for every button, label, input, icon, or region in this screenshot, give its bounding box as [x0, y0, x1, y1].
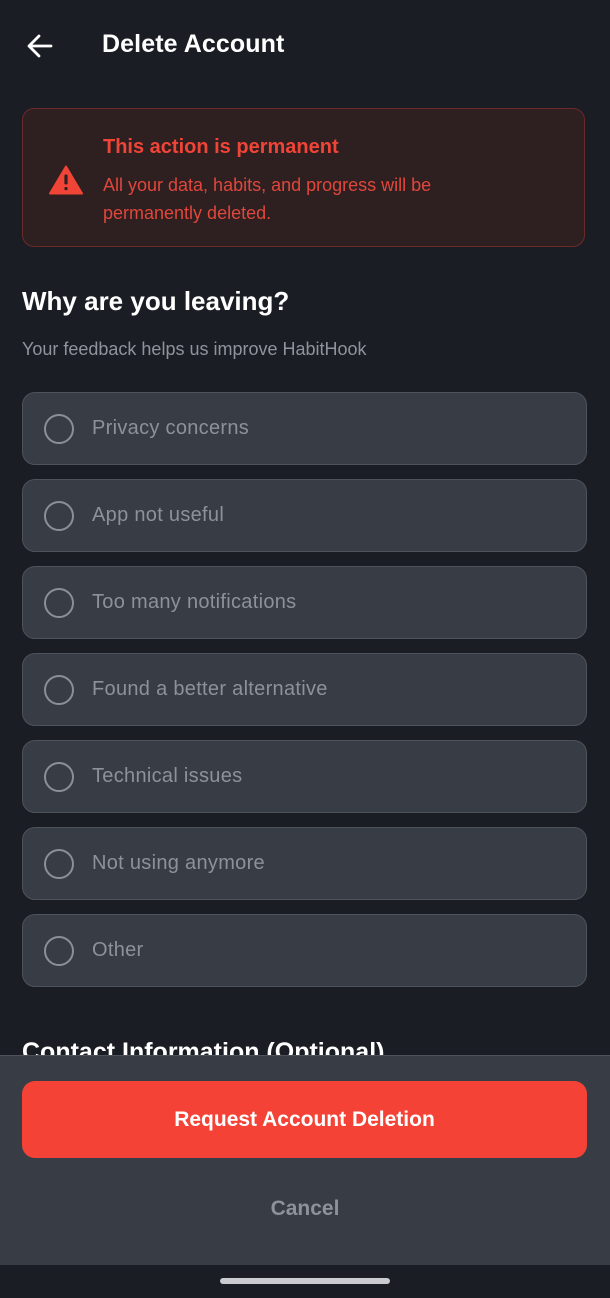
reason-options-list: Privacy concerns App not useful Too many…: [22, 392, 587, 1001]
permanent-action-warning: This action is permanent All your data, …: [22, 108, 585, 247]
radio-unchecked-icon[interactable]: [44, 762, 74, 792]
arrow-left-icon: [27, 34, 53, 58]
reasons-title: Why are you leaving?: [22, 286, 290, 316]
reason-option-label: Not using anymore: [92, 852, 265, 874]
reason-option-technical-issues[interactable]: Technical issues: [22, 740, 587, 813]
home-indicator[interactable]: [220, 1278, 390, 1284]
reason-option-label: Too many notifications: [92, 591, 297, 613]
radio-unchecked-icon[interactable]: [44, 849, 74, 879]
reason-option-label: Privacy concerns: [92, 417, 250, 439]
warning-title: This action is permanent: [103, 136, 339, 158]
reason-option-privacy-concerns[interactable]: Privacy concerns: [22, 392, 587, 465]
request-deletion-button[interactable]: Request Account Deletion: [22, 1081, 587, 1158]
reasons-subtitle: Your feedback helps us improve HabitHook: [22, 339, 367, 359]
page-title: Delete Account: [102, 30, 285, 58]
warning-triangle-icon: [49, 165, 83, 195]
radio-unchecked-icon[interactable]: [44, 501, 74, 531]
reason-option-other[interactable]: Other: [22, 914, 587, 987]
reason-option-label: Other: [92, 939, 144, 961]
cancel-button[interactable]: Cancel: [205, 1186, 405, 1232]
bottom-action-sheet: Request Account Deletion Cancel: [0, 1055, 610, 1266]
warning-message: All your data, habits, and progress will…: [103, 175, 432, 223]
back-button[interactable]: [20, 26, 60, 66]
reason-option-better-alternative[interactable]: Found a better alternative: [22, 653, 587, 726]
reason-option-label: Found a better alternative: [92, 678, 328, 700]
system-nav-bar: [0, 1265, 610, 1298]
radio-unchecked-icon[interactable]: [44, 936, 74, 966]
reason-option-app-not-useful[interactable]: App not useful: [22, 479, 587, 552]
radio-unchecked-icon[interactable]: [44, 414, 74, 444]
app-header: Delete Account: [0, 0, 610, 92]
reason-option-too-many-notifications[interactable]: Too many notifications: [22, 566, 587, 639]
radio-unchecked-icon[interactable]: [44, 675, 74, 705]
reason-option-not-using-anymore[interactable]: Not using anymore: [22, 827, 587, 900]
reason-option-label: Technical issues: [92, 765, 243, 787]
radio-unchecked-icon[interactable]: [44, 588, 74, 618]
reason-option-label: App not useful: [92, 504, 225, 526]
